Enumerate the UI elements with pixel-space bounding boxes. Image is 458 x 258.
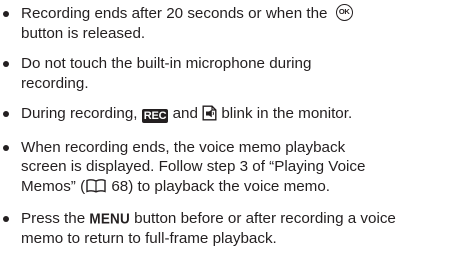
- list-item: Recording ends after 20 seconds or when …: [0, 4, 458, 43]
- voice-memo-icon: [202, 105, 217, 127]
- blink-text-a: During recording,: [21, 105, 142, 122]
- bullet-dot: [3, 61, 9, 67]
- bullet-dot: [3, 111, 9, 117]
- list-item: Do not touch the built-in microphone dur…: [0, 54, 458, 93]
- microphone-warning-line2: recording.: [21, 74, 89, 92]
- manual-page: Recording ends after 20 seconds or when …: [0, 0, 458, 258]
- recording-end-text-line2: button is released.: [21, 24, 146, 42]
- notes-list: Recording ends after 20 seconds or when …: [0, 4, 458, 248]
- ok-button-icon: OK: [335, 4, 353, 21]
- bullet-dot: [3, 144, 9, 151]
- menu-text-a: Press the: [21, 210, 90, 227]
- list-item: Press the MENU button before or after re…: [0, 209, 458, 248]
- playback-text-line2: screen is displayed. Follow step 3 of “P…: [21, 158, 366, 175]
- blink-text-c: blink in the monitor.: [217, 105, 353, 122]
- rec-indicator-icon: REC: [141, 109, 169, 123]
- list-item: When recording ends, the voice memo play…: [0, 138, 458, 199]
- menu-text-line2: memo to return to full-frame playback.: [21, 229, 277, 247]
- menu-button-label: MENU: [89, 210, 130, 227]
- blink-text-b: and: [168, 105, 203, 122]
- ok-icon-label: OK: [338, 7, 350, 16]
- menu-text-b: button before or after recording a voice: [129, 210, 396, 227]
- bullet-dot: [3, 11, 9, 17]
- playback-text-line1: When recording ends, the voice memo play…: [21, 138, 346, 156]
- recording-end-text-line1: Recording ends after 20 seconds or when …: [21, 5, 332, 22]
- bullet-dot: [3, 216, 9, 222]
- microphone-warning-line1: Do not touch the built-in microphone dur…: [21, 55, 312, 72]
- playback-text-line3b: ) to playback the voice memo.: [128, 177, 330, 195]
- page-reference-number: 68: [107, 177, 129, 195]
- list-item: During recording, REC and blink in the m…: [0, 104, 458, 127]
- page-reference-book-icon: [86, 178, 106, 199]
- playback-text-line3a: Memos” (: [21, 177, 86, 195]
